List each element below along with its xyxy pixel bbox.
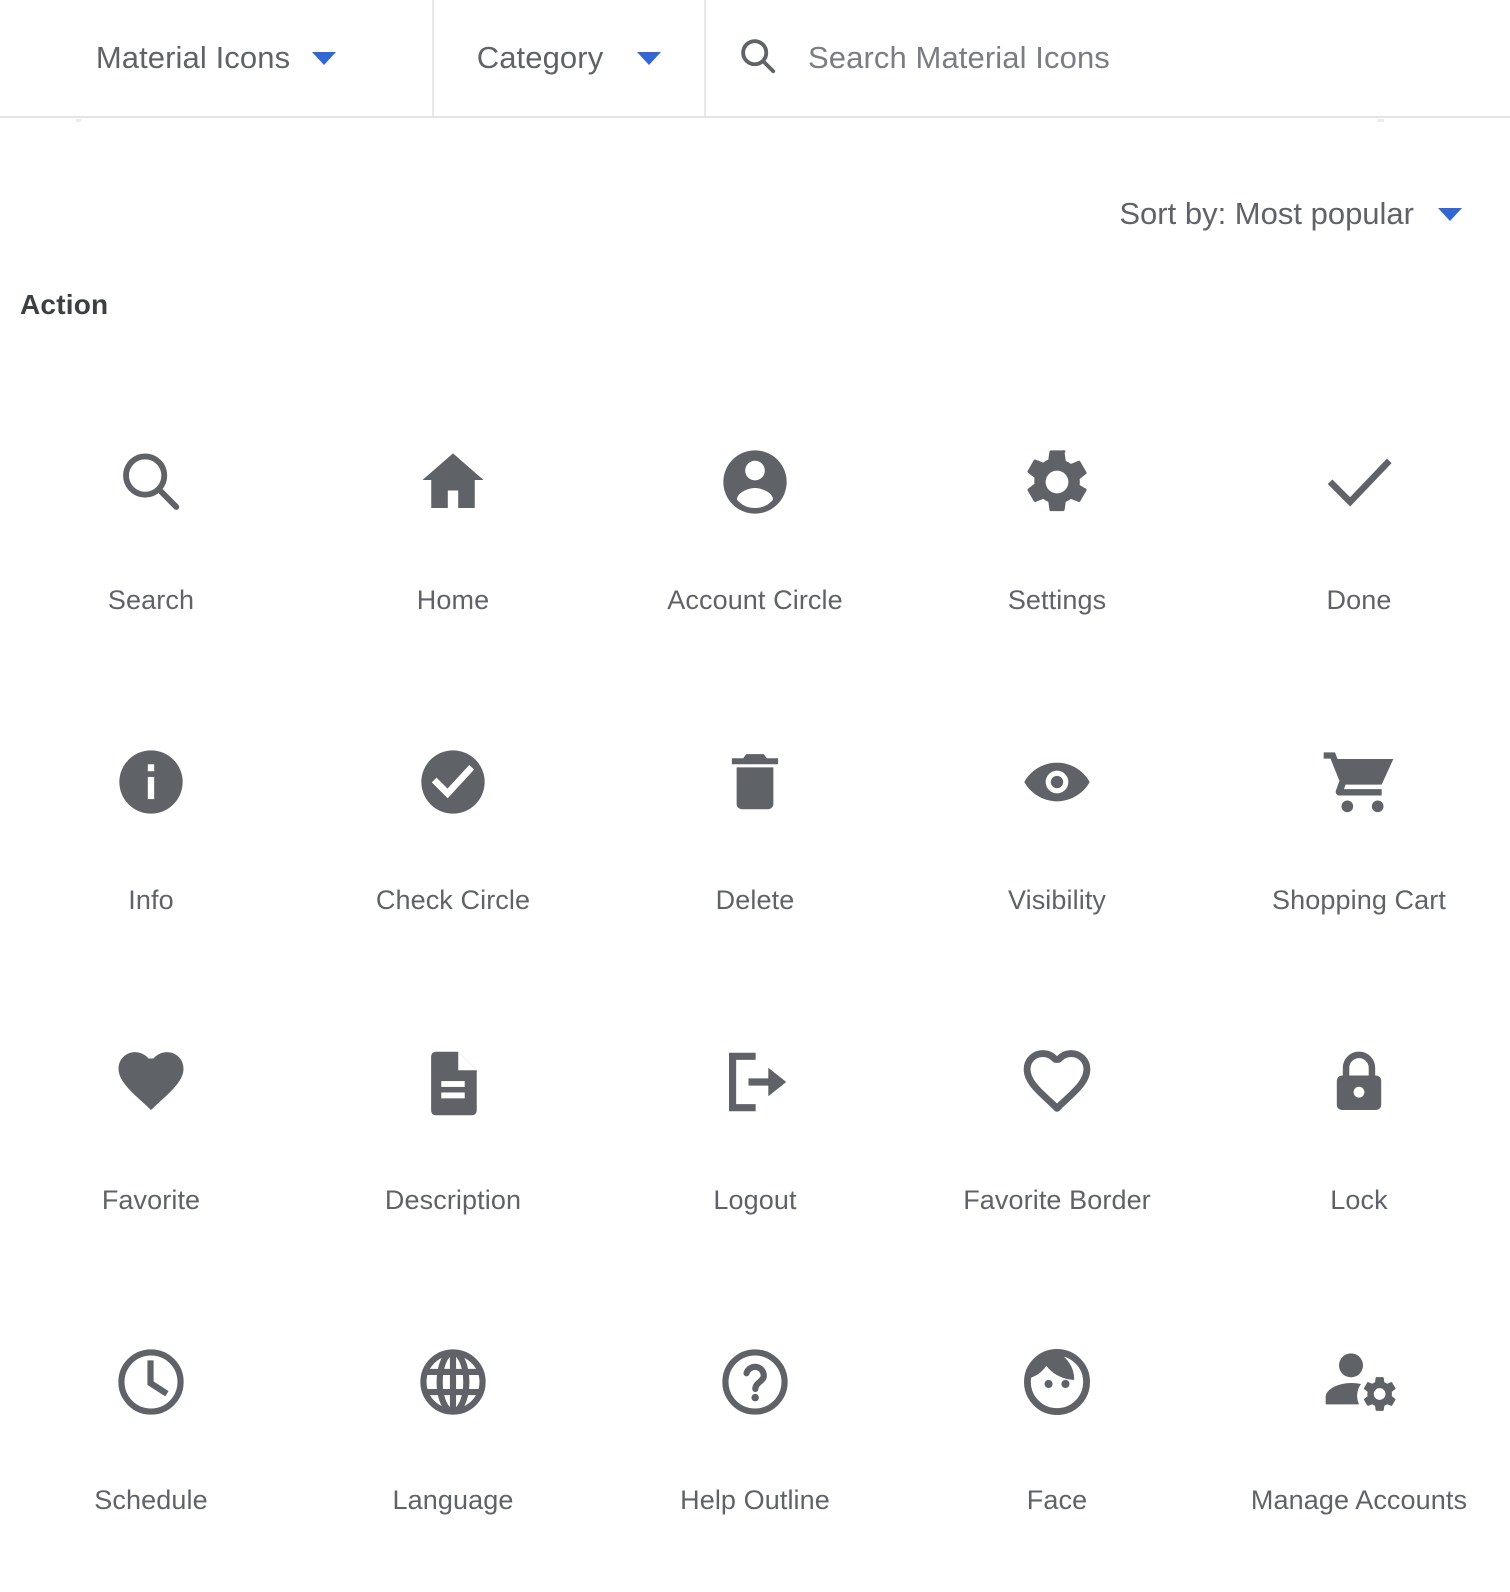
- search-icon: [736, 34, 780, 83]
- icon-label: Settings: [1007, 585, 1107, 615]
- icon-label: Search: [107, 585, 195, 615]
- icon-card-done[interactable]: Done: [1208, 392, 1510, 692]
- gear-icon: [1019, 434, 1095, 530]
- icon-label: Logout: [713, 1185, 797, 1215]
- manage-accounts-icon: [1319, 1334, 1399, 1430]
- icon-label: Home: [416, 585, 490, 615]
- face-icon: [1018, 1334, 1096, 1430]
- icon-card-visibility[interactable]: Visibility: [906, 692, 1208, 992]
- top-toolbar: Material Icons Category Search Material …: [0, 0, 1510, 118]
- icon-card-home[interactable]: Home: [302, 392, 604, 692]
- icon-card-favorite[interactable]: Favorite: [0, 992, 302, 1292]
- heart-filled-icon: [112, 1034, 190, 1130]
- chevron-down-icon: [637, 51, 662, 65]
- logout-icon: [716, 1034, 794, 1130]
- shopping-cart-icon: [1319, 734, 1399, 830]
- icon-label: Favorite Border: [963, 1185, 1151, 1215]
- icon-label: Help Outline: [680, 1485, 830, 1515]
- icon-card-search[interactable]: Search: [0, 392, 302, 692]
- iconset-dropdown[interactable]: Material Icons: [0, 0, 434, 116]
- icon-label: Info: [128, 885, 174, 915]
- heart-outline-icon: [1018, 1034, 1096, 1130]
- search-icon: [114, 434, 188, 530]
- icon-card-shopping-cart[interactable]: Shopping Cart: [1208, 692, 1510, 992]
- clipped-artifact: [76, 119, 81, 122]
- icon-card-info[interactable]: Info: [0, 692, 302, 992]
- chevron-down-icon: [312, 51, 337, 65]
- icon-card-logout[interactable]: Logout: [604, 992, 906, 1292]
- icon-grid: Search Home Account Circle Settings Done…: [0, 392, 1510, 1592]
- search-input[interactable]: Search Material Icons: [808, 40, 1110, 76]
- category-dropdown-label: Category: [476, 40, 604, 75]
- help-outline-icon: [716, 1334, 794, 1430]
- icon-card-schedule[interactable]: Schedule: [0, 1292, 302, 1592]
- section-heading: Action: [20, 289, 109, 320]
- icon-card-face[interactable]: Face: [906, 1292, 1208, 1592]
- icon-label: Done: [1326, 585, 1392, 615]
- icon-label: Favorite: [101, 1185, 201, 1215]
- icon-label: Language: [392, 1485, 514, 1515]
- clipped-artifact: [1377, 119, 1384, 122]
- icon-label: Shopping Cart: [1272, 885, 1446, 915]
- icon-label: Visibility: [1007, 885, 1107, 915]
- sort-row: Sort by: Most popular: [0, 196, 1510, 232]
- lock-icon: [1322, 1034, 1396, 1130]
- icon-card-delete[interactable]: Delete: [604, 692, 906, 992]
- icon-card-favorite-border[interactable]: Favorite Border: [906, 992, 1208, 1292]
- category-dropdown[interactable]: Category: [434, 0, 706, 116]
- info-icon: [113, 734, 189, 830]
- chevron-down-icon: [1438, 207, 1462, 221]
- sort-by-dropdown[interactable]: Sort by: Most popular: [1119, 196, 1462, 232]
- account-circle-icon: [717, 434, 793, 530]
- clock-icon: [112, 1334, 190, 1430]
- icon-card-manage-accounts[interactable]: Manage Accounts: [1208, 1292, 1510, 1592]
- icon-label: Description: [384, 1185, 522, 1215]
- icon-label: Check Circle: [375, 885, 531, 915]
- icon-label: Face: [1026, 1485, 1088, 1515]
- icon-label: Schedule: [94, 1485, 208, 1515]
- document-icon: [416, 1034, 490, 1130]
- icon-label: Lock: [1330, 1185, 1388, 1215]
- icon-card-settings[interactable]: Settings: [906, 392, 1208, 692]
- trash-icon: [717, 734, 793, 830]
- globe-icon: [414, 1334, 492, 1430]
- icon-card-help-outline[interactable]: Help Outline: [604, 1292, 906, 1592]
- icon-label: Account Circle: [667, 585, 843, 615]
- icon-card-description[interactable]: Description: [302, 992, 604, 1292]
- check-icon: [1318, 434, 1400, 530]
- icon-card-lock[interactable]: Lock: [1208, 992, 1510, 1292]
- sort-by-label: Sort by: Most popular: [1119, 196, 1414, 231]
- home-icon: [414, 434, 492, 530]
- icon-card-account-circle[interactable]: Account Circle: [604, 392, 906, 692]
- icon-label: Delete: [715, 885, 795, 915]
- eye-icon: [1017, 734, 1097, 830]
- icon-card-language[interactable]: Language: [302, 1292, 604, 1592]
- iconset-dropdown-label: Material Icons: [95, 40, 291, 75]
- icon-label: Manage Accounts: [1250, 1485, 1468, 1515]
- icon-card-check-circle[interactable]: Check Circle: [302, 692, 604, 992]
- search-bar[interactable]: Search Material Icons: [706, 0, 1510, 116]
- check-circle-icon: [415, 734, 491, 830]
